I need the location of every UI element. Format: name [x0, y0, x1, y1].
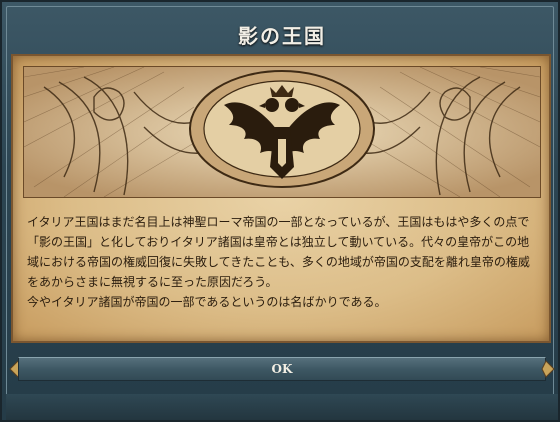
ok-button[interactable]: OK [18, 357, 546, 381]
dialog-title: 影の王国 [238, 24, 326, 48]
event-description: イタリア王国はまだ名目上は神聖ローマ帝国の一部となっているが、王国はもはや多くの… [27, 215, 530, 309]
parchment-panel: イタリア王国はまだ名目上は神聖ローマ帝国の一部となっているが、王国はもはや多くの… [11, 54, 551, 343]
ornament-right-icon [541, 360, 555, 378]
event-illustration [23, 66, 541, 198]
double-headed-eagle-icon [24, 67, 540, 197]
ok-bar: OK [9, 357, 555, 381]
bottom-frame [6, 394, 558, 420]
event-dialog: 影の王国 イタリア王国はまだ名目上は神聖ローマ帝国の一部となっているが、王国はも… [0, 0, 560, 422]
